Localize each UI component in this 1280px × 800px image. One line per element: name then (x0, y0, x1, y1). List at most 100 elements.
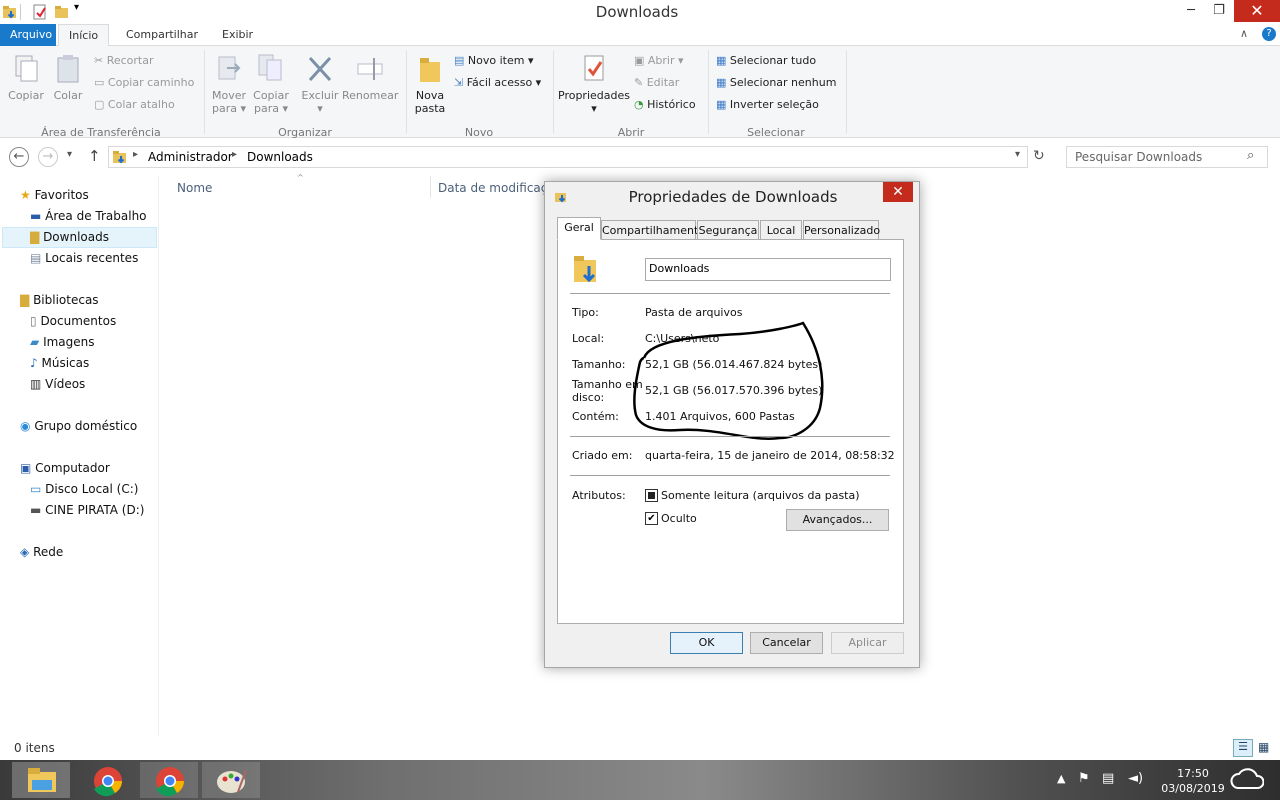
paste-icon (57, 55, 79, 83)
up-button[interactable]: ↑ (88, 147, 101, 165)
advanced-button[interactable]: Avançados... (786, 509, 889, 531)
show-hidden-icons-icon[interactable]: ▲ (1057, 772, 1065, 785)
readonly-checkbox[interactable] (645, 489, 658, 502)
address-bar[interactable]: ▸ Administrador ▸ Downloads ▾ (108, 146, 1028, 168)
recent-locations-icon[interactable]: ▾ (67, 149, 72, 160)
address-dropdown-icon[interactable]: ▾ (1015, 149, 1020, 160)
properties-button[interactable]: Propriedades ▾ (558, 52, 630, 115)
hidden-checkbox[interactable]: ✔ (645, 512, 658, 525)
group-label-organizar: Organizar (278, 126, 332, 139)
nav-locais-recentes[interactable]: ▤ Locais recentes (30, 248, 138, 269)
title-bar: ▾ Downloads ─ ❐ ✕ (0, 0, 1280, 24)
path-icon: ▭ (94, 76, 105, 89)
drive-icon: ▭ (30, 482, 42, 496)
dialog-tab-geral[interactable]: Geral (557, 217, 601, 240)
ok-button[interactable]: OK (670, 632, 743, 654)
column-header-data[interactable]: Data de modificaç... (438, 181, 559, 195)
tab-exibir[interactable]: Exibir (212, 24, 263, 46)
paste-button[interactable]: Colar (50, 52, 86, 102)
nav-musicas[interactable]: ♪ Músicas (30, 353, 89, 374)
tab-arquivo[interactable]: Arquivo (0, 24, 56, 46)
nav-downloads[interactable]: ▇ Downloads (30, 227, 109, 248)
nav-grupo-domestico[interactable]: ◉ Grupo doméstico (20, 416, 137, 437)
minimize-button[interactable]: ─ (1176, 0, 1206, 22)
invert-selection-button[interactable]: ▦ Inverter seleção (716, 95, 819, 115)
refresh-icon[interactable]: ↻ (1033, 148, 1045, 164)
taskbar-chrome-1[interactable] (78, 762, 136, 798)
tab-inicio[interactable]: Início (58, 24, 110, 47)
nav-videos[interactable]: ▥ Vídeos (30, 374, 85, 395)
nav-imagens[interactable]: ▰ Imagens (30, 332, 95, 353)
collapse-ribbon-icon[interactable]: ∧ (1240, 27, 1248, 40)
window-title: Downloads (595, 3, 679, 21)
edit-button[interactable]: ✎ Editar (634, 73, 679, 93)
select-none-button[interactable]: ▦ Selecionar nenhum (716, 73, 836, 93)
breadcrumb-administrador[interactable]: Administrador (148, 150, 233, 164)
dialog-close-button[interactable]: ✕ (883, 182, 913, 202)
copy-path-button[interactable]: ▭ Copiar caminho (94, 73, 194, 93)
large-folder-icon (572, 252, 602, 289)
sort-ascending-icon: ^ (297, 173, 304, 182)
clock[interactable]: 17:50 03/08/2019 (1160, 766, 1226, 796)
close-button[interactable]: ✕ (1234, 0, 1280, 22)
column-header-nome[interactable]: Nome (177, 181, 212, 195)
move-to-button[interactable]: Mover para ▾ (210, 52, 248, 115)
select-all-button[interactable]: ▦ Selecionar tudo (716, 51, 816, 71)
taskbar-explorer[interactable] (12, 762, 70, 798)
apply-button[interactable]: Aplicar (831, 632, 904, 654)
dialog-tab-local[interactable]: Local (760, 220, 802, 240)
computer-icon: ▣ (20, 461, 32, 475)
hidden-label[interactable]: Oculto (661, 512, 697, 525)
search-icon[interactable]: ⌕ (1247, 148, 1254, 163)
ribbon-tabs: Arquivo Início Compartilhar Exibir ∧ ? (0, 24, 1280, 47)
dialog-tab-seguranca[interactable]: Segurança (697, 220, 759, 240)
desktop-icon: ▬ (30, 209, 42, 223)
help-icon[interactable]: ? (1262, 27, 1276, 41)
nav-bibliotecas[interactable]: ▇ Bibliotecas (20, 290, 99, 311)
taskbar-paint[interactable] (202, 762, 260, 798)
new-item-button[interactable]: ▤ Novo item ▾ (454, 51, 533, 71)
easy-access-button[interactable]: ⇲ Fácil acesso ▾ (454, 73, 541, 93)
dialog-tab-personalizado[interactable]: Personalizado (803, 220, 880, 240)
nav-area-de-trabalho[interactable]: ▬ Área de Trabalho (30, 206, 147, 227)
search-input[interactable]: Pesquisar Downloads (1075, 150, 1202, 164)
network-tray-icon[interactable]: ▤ (1102, 771, 1114, 786)
history-button[interactable]: ◔ Histórico (634, 95, 696, 115)
folder-name-input[interactable]: Downloads (645, 258, 891, 281)
nav-rede[interactable]: ◈ Rede (20, 542, 63, 563)
tab-compartilhar[interactable]: Compartilhar (116, 24, 208, 46)
breadcrumb-downloads[interactable]: Downloads (247, 150, 313, 164)
new-item-icon: ▤ (454, 54, 465, 67)
readonly-label[interactable]: Somente leitura (arquivos da pasta) (661, 489, 860, 502)
nav-documentos[interactable]: ▯ Documentos (30, 311, 116, 332)
action-center-icon[interactable]: ⚑ (1078, 771, 1090, 786)
cloud-icon[interactable] (1230, 766, 1265, 795)
paste-shortcut-button[interactable]: ▢ Colar atalho (94, 95, 175, 115)
rename-button[interactable]: Renomear (342, 52, 398, 102)
details-view-icon[interactable]: ☰ (1233, 739, 1253, 757)
criado-value: quarta-feira, 15 de janeiro de 2014, 08:… (645, 449, 895, 462)
maximize-button[interactable]: ❐ (1204, 0, 1234, 22)
search-box[interactable]: Pesquisar Downloads ⌕ (1066, 146, 1268, 168)
copy-to-button[interactable]: Copiar para ▾ (252, 52, 290, 115)
cancel-button[interactable]: Cancelar (750, 632, 823, 654)
forward-button[interactable]: → (38, 147, 58, 167)
delete-button[interactable]: Excluir ▾ (300, 52, 340, 115)
nav-disco-local[interactable]: ▭ Disco Local (C:) (30, 479, 138, 500)
hand-drawn-annotation (633, 321, 824, 440)
dialog-tab-compartilhamento[interactable]: Compartilhamento (601, 220, 705, 240)
rename-icon (357, 58, 383, 80)
nav-cine-pirata[interactable]: ▬ CINE PIRATA (D:) (30, 500, 144, 521)
new-folder-button[interactable]: Nova pasta (410, 52, 450, 115)
volume-icon[interactable]: ◄) (1128, 771, 1143, 786)
large-icons-view-icon[interactable]: ▦ (1258, 740, 1269, 754)
nav-computador[interactable]: ▣ Computador (20, 458, 110, 479)
ribbon: Copiar Colar ✂ Recortar ▭ Copiar caminho… (0, 46, 1280, 139)
back-button[interactable]: ← (9, 147, 29, 167)
cut-button[interactable]: ✂ Recortar (94, 51, 154, 71)
copy-button[interactable]: Copiar (6, 52, 46, 102)
taskbar-chrome-2[interactable] (140, 762, 198, 798)
open-button[interactable]: ▣ Abrir ▾ (634, 51, 684, 71)
chrome-icon (156, 767, 184, 797)
nav-favoritos[interactable]: ★ Favoritos (20, 185, 89, 206)
